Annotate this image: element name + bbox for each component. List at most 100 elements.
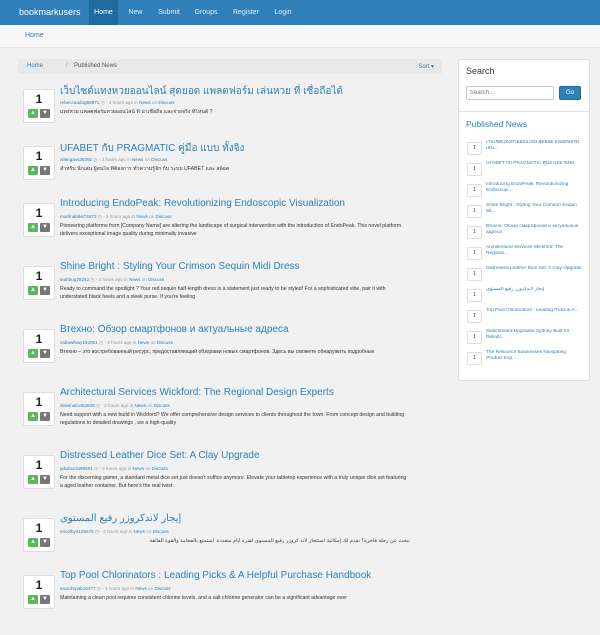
thumbs-down-icon[interactable]: ▼: [40, 109, 50, 118]
post-title[interactable]: Architectural Services Wickford: The Reg…: [60, 387, 440, 398]
thumbs-up-icon[interactable]: ▲: [28, 349, 38, 358]
post-meta: saoiohrpab16477 ◷ - 3 hours ago in News …: [60, 586, 440, 592]
thumbs-down-icon[interactable]: ▼: [40, 475, 50, 484]
sidebar-news-item[interactable]: 1 إيجار لاندكروزر رفيع المستوى: [467, 287, 585, 307]
post-category[interactable]: News: [134, 529, 146, 534]
post-title[interactable]: Shine Bright : Styling Your Crimson Sequ…: [60, 261, 440, 272]
post-category[interactable]: News: [138, 340, 150, 345]
thumbs-up-icon[interactable]: ▲: [28, 286, 38, 295]
post-category[interactable]: News: [136, 214, 148, 219]
thumbs-down-icon[interactable]: ▼: [40, 223, 50, 232]
sidebar-news-item[interactable]: 1 Switchboard Upgrades Sydney Built for …: [467, 329, 585, 349]
sidebar-news-item[interactable]: 1 Introducing EndoPeak: Revolutionizing …: [467, 182, 585, 202]
post-title[interactable]: Introducing EndoPeak: Revolutionizing En…: [60, 198, 440, 209]
search-input[interactable]: [466, 86, 554, 100]
thumbs-up-icon[interactable]: ▲: [28, 109, 38, 118]
thumbs-down-icon[interactable]: ▼: [40, 349, 50, 358]
post-title[interactable]: Втехно: Обзор смартфонов и актуальные ад…: [60, 324, 440, 335]
nav-groups[interactable]: Groups: [188, 0, 224, 25]
sidebar-news-item[interactable]: 1 The Resource Businesses Navigating Pro…: [467, 350, 585, 370]
post-discuss[interactable]: Discuss: [151, 157, 167, 162]
search-title: Search: [466, 66, 495, 76]
thumbs-up-icon[interactable]: ▲: [28, 538, 38, 547]
post-category[interactable]: News: [133, 466, 145, 471]
post-author[interactable]: allengavs38392: [60, 157, 92, 162]
post-discuss[interactable]: Discuss: [153, 529, 169, 534]
post-author[interactable]: ericefbys125675: [60, 529, 94, 534]
post-discuss[interactable]: Discuss: [155, 586, 171, 591]
thumbs-down-icon[interactable]: ▼: [40, 538, 50, 547]
sidebar-item-link[interactable]: UFABET กับ PRAGMATIC คู่มือ แบบ ทั้งจิง: [486, 161, 582, 167]
post-author[interactable]: leahbug28242: [60, 277, 89, 282]
thumbs-down-icon[interactable]: ▼: [40, 412, 50, 421]
post-category[interactable]: News: [135, 586, 147, 591]
sidebar-item-link[interactable]: Top Pool Chlorinators : Leading Picks & …: [486, 308, 582, 314]
news-post: 1 ▲ ▼ Втехно: Обзор смартфонов и актуаль…: [18, 324, 442, 389]
header-home-link[interactable]: Home: [25, 32, 44, 39]
sidebar-news-item[interactable]: 1 Architectural Services Wickford: The R…: [467, 245, 585, 265]
thumbs-down-icon[interactable]: ▼: [40, 166, 50, 175]
sidebar-item-link[interactable]: Switchboard Upgrades Sydney Built for Re…: [486, 329, 582, 342]
nav-register[interactable]: Register: [226, 0, 266, 25]
post-category[interactable]: News: [135, 403, 147, 408]
post-title[interactable]: UFABET กับ PRAGMATIC คู่มือ แบบ ทั้งจิง: [60, 141, 440, 156]
sidebar-item-link[interactable]: เว็บไซต์แทงหวยออนไลน์ สุดยอด แพลตฟอร์ม เ…: [486, 140, 582, 153]
sidebar-news-item[interactable]: 1 Top Pool Chlorinators : Leading Picks …: [467, 308, 585, 328]
post-discuss[interactable]: Discuss: [156, 214, 172, 219]
vote-box: 1 ▲ ▼: [23, 146, 55, 180]
search-go-button[interactable]: Go: [559, 86, 581, 100]
sidebar-item-link[interactable]: Shine Bright : Styling Your Crimson Sequ…: [486, 203, 582, 216]
sidebar-news-item[interactable]: 1 Втехно: Обзор смартфонов и актуальные …: [467, 224, 585, 244]
post-discuss[interactable]: Discuss: [158, 100, 174, 105]
thumbs-up-icon[interactable]: ▲: [28, 223, 38, 232]
post-title[interactable]: เว็บไซต์แทงหวยออนไลน์ สุดยอด แพลตฟอร์ม เ…: [60, 84, 440, 99]
sidebar-news-item[interactable]: 1 เว็บไซต์แทงหวยออนไลน์ สุดยอด แพลตฟอร์ม…: [467, 140, 585, 160]
nav-home[interactable]: Home: [89, 0, 118, 25]
post-title[interactable]: Top Pool Chlorinators : Leading Picks & …: [60, 570, 440, 581]
post-author[interactable]: zabawfswy192061: [60, 340, 98, 345]
sidebar-item-link[interactable]: إيجار لاندكروزر رفيع المستوى: [486, 287, 582, 293]
post-author[interactable]: saoiohrpab16477: [60, 586, 96, 591]
post-author[interactable]: martinabtkk74573: [60, 214, 97, 219]
sort-dropdown[interactable]: Sort ▾: [418, 63, 434, 70]
sidebar-item-link[interactable]: Introducing EndoPeak: Revolutionizing En…: [486, 182, 582, 195]
sidebar-item-link[interactable]: Architectural Services Wickford: The Reg…: [486, 245, 582, 258]
sidebar-news-item[interactable]: 1 UFABET กับ PRAGMATIC คู่มือ แบบ ทั้งจิ…: [467, 161, 585, 181]
post-category[interactable]: News: [132, 157, 144, 162]
breadcrumb: Home / Published News Sort ▾: [18, 59, 442, 74]
clock-icon: ◷: [95, 529, 100, 534]
news-post: 1 ▲ ▼ Distressed Leather Dice Set: A Cla…: [18, 450, 442, 515]
sidebar-item-link[interactable]: Distressed Leather Dice Set: A Clay Upgr…: [486, 266, 582, 272]
nav-login[interactable]: Login: [268, 0, 298, 25]
post-discuss[interactable]: Discuss: [157, 340, 173, 345]
sidebar-item-count: 1: [467, 226, 482, 239]
post-discuss[interactable]: Discuss: [148, 277, 164, 282]
post-discuss[interactable]: Discuss: [154, 403, 170, 408]
sidebar-item-count: 1: [467, 310, 482, 323]
post-author[interactable]: jakubucra99681: [60, 466, 93, 471]
sidebar-news-item[interactable]: 1 Shine Bright : Styling Your Crimson Se…: [467, 203, 585, 223]
clock-icon: ◷: [97, 214, 102, 219]
thumbs-down-icon[interactable]: ▼: [40, 286, 50, 295]
post-category[interactable]: News: [129, 277, 141, 282]
post-author[interactable]: deannalcvi53648: [60, 403, 95, 408]
thumbs-up-icon[interactable]: ▲: [28, 475, 38, 484]
post-category[interactable]: News: [139, 100, 151, 105]
post-title[interactable]: إيجار لاندكروزر رفيع المستوى: [60, 513, 440, 524]
post-meta: rebeccaadog58971 ◷ - 3 hours ago in News…: [60, 100, 440, 106]
sidebar-news-item[interactable]: 1 Distressed Leather Dice Set: A Clay Up…: [467, 266, 585, 286]
meta-on: on: [147, 403, 153, 408]
vote-count: 1: [35, 578, 43, 592]
thumbs-up-icon[interactable]: ▲: [28, 166, 38, 175]
post-discuss[interactable]: Discuss: [152, 466, 168, 471]
post-title[interactable]: Distressed Leather Dice Set: A Clay Upgr…: [60, 450, 440, 461]
thumbs-up-icon[interactable]: ▲: [28, 412, 38, 421]
sidebar-item-link[interactable]: The Resource Businesses Navigating Produ…: [486, 350, 582, 363]
post-author[interactable]: rebeccaadog58971: [60, 100, 99, 105]
breadcrumb-home[interactable]: Home: [27, 63, 43, 69]
brand-logo[interactable]: bookmarkusers: [19, 7, 81, 17]
sidebar-item-link[interactable]: Втехно: Обзор смартфонов и актуальные ад…: [486, 224, 582, 237]
post-meta: martinabtkk74573 ◷ - 3 hours ago in News…: [60, 214, 440, 220]
nav-new[interactable]: New: [121, 0, 150, 25]
nav-submit[interactable]: Submit: [152, 0, 186, 25]
